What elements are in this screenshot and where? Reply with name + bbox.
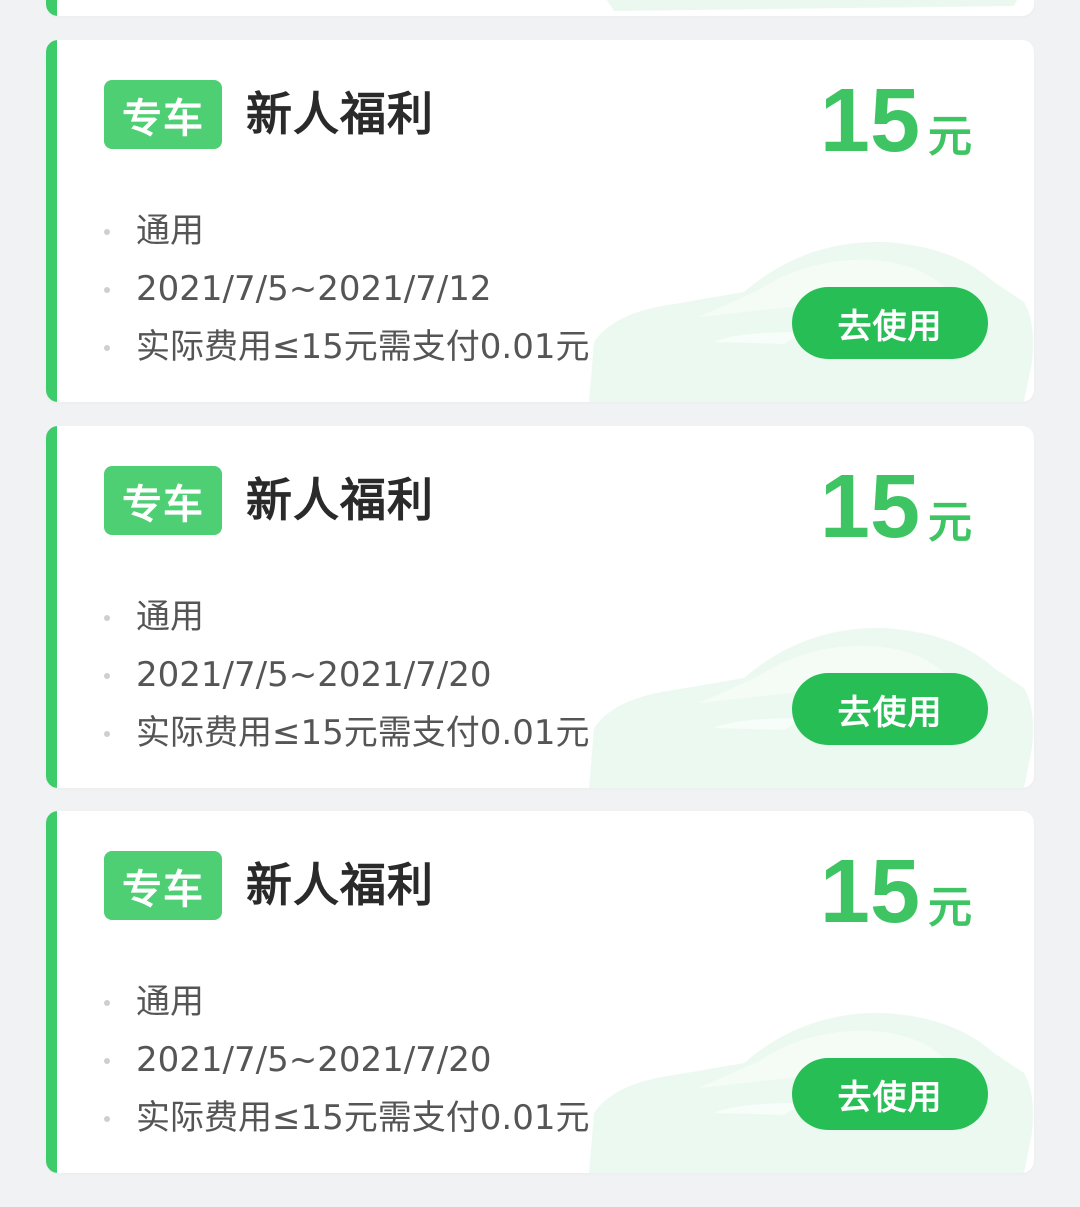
coupon-card: 专车 新人福利 15 元 通用 2021/7/5~2021/7/20 实际费用≤… (46, 811, 1034, 1173)
coupon-amount-value: 15 (819, 457, 920, 557)
coupon-validity: 2021/7/5~2021/7/12 (104, 260, 589, 318)
car-silhouette-icon (606, 0, 1017, 11)
coupon-card: 专车 新人福利 15 元 通用 2021/7/5~2021/7/12 实际费用≤… (46, 40, 1034, 402)
service-type-tag: 专车 (104, 466, 222, 535)
card-accent-stripe (46, 0, 57, 16)
coupon-title: 新人福利 (246, 473, 434, 527)
coupon-amount: 15 元 (820, 462, 972, 552)
service-type-tag: 专车 (104, 80, 222, 149)
coupon-scope: 通用 (104, 202, 589, 260)
coupon-amount-unit: 元 (928, 497, 972, 548)
coupon-title: 新人福利 (246, 87, 434, 141)
coupon-amount-value: 15 (819, 71, 920, 171)
service-type-tag: 专车 (104, 851, 222, 920)
coupon-amount-unit: 元 (928, 882, 972, 933)
coupon-amount: 15 元 (820, 76, 972, 166)
coupon-card-partial (46, 0, 1034, 16)
coupon-rule: 实际费用≤15元需支付0.01元 (104, 318, 589, 376)
coupon-details: 通用 2021/7/5~2021/7/20 实际费用≤15元需支付0.01元 (104, 588, 589, 762)
card-accent-stripe (46, 426, 57, 788)
coupon-validity: 2021/7/5~2021/7/20 (104, 1031, 589, 1089)
coupon-amount-value: 15 (819, 842, 920, 942)
coupon-rule: 实际费用≤15元需支付0.01元 (104, 1089, 589, 1147)
card-accent-stripe (46, 40, 57, 402)
coupon-amount-unit: 元 (928, 111, 972, 162)
coupon-amount: 15 元 (820, 847, 972, 937)
coupon-details: 通用 2021/7/5~2021/7/20 实际费用≤15元需支付0.01元 (104, 973, 589, 1147)
use-coupon-button[interactable]: 去使用 (792, 287, 988, 359)
coupon-scope: 通用 (104, 973, 589, 1031)
coupon-details: 通用 2021/7/5~2021/7/12 实际费用≤15元需支付0.01元 (104, 202, 589, 376)
card-accent-stripe (46, 811, 57, 1173)
coupon-title: 新人福利 (246, 858, 434, 912)
coupon-rule: 实际费用≤15元需支付0.01元 (104, 704, 589, 762)
coupon-list-page: 专车 新人福利 15 元 通用 2021/7/5~2021/7/12 实际费用≤… (0, 0, 1080, 1207)
use-coupon-button[interactable]: 去使用 (792, 1058, 988, 1130)
coupon-scope: 通用 (104, 588, 589, 646)
coupon-card: 专车 新人福利 15 元 通用 2021/7/5~2021/7/20 实际费用≤… (46, 426, 1034, 788)
coupon-validity: 2021/7/5~2021/7/20 (104, 646, 589, 704)
use-coupon-button[interactable]: 去使用 (792, 673, 988, 745)
